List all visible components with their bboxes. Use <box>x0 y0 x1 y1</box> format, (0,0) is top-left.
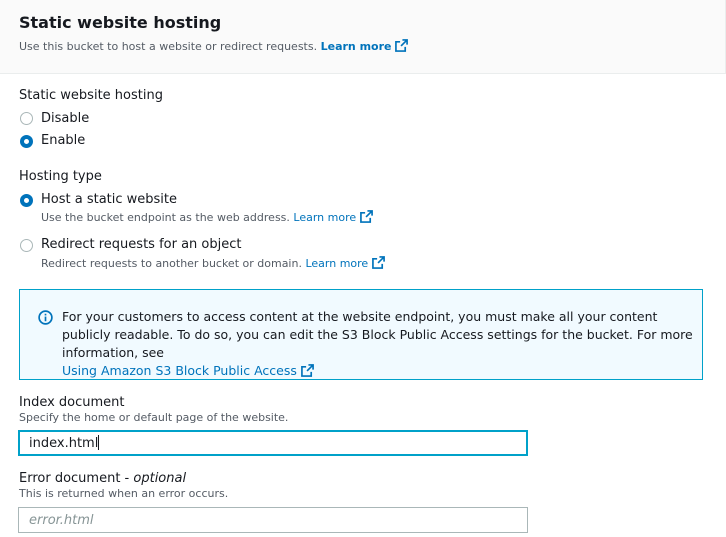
radio-enable[interactable] <box>20 135 33 148</box>
error-document-separator: - <box>120 471 134 486</box>
learn-more-link[interactable]: Learn more <box>321 39 409 53</box>
block-public-access-link[interactable]: Using Amazon S3 Block Public Access <box>62 363 314 378</box>
error-document-label-text: Error document <box>19 471 121 486</box>
radio-redirect[interactable] <box>20 239 33 252</box>
host-static-learn-more-link[interactable]: Learn more <box>293 210 374 224</box>
info-text: For your customers to access content at … <box>62 308 694 380</box>
radio-disable-label[interactable]: Disable <box>41 111 89 126</box>
radio-host-static-label[interactable]: Host a static website <box>41 192 177 207</box>
error-document-label: Error document - optional <box>19 471 186 486</box>
text-caret <box>98 435 100 450</box>
redirect-description: Redirect requests to another bucket or d… <box>41 256 386 270</box>
hosting-label: Static website hosting <box>19 88 163 103</box>
error-document-input[interactable] <box>18 507 528 533</box>
index-document-input[interactable]: index.html <box>18 430 528 456</box>
host-static-description: Use the bucket endpoint as the web addre… <box>41 210 374 224</box>
radio-enable-label[interactable]: Enable <box>41 133 85 148</box>
redirect-learn-more-link[interactable]: Learn more <box>305 256 386 270</box>
hosting-type-label: Hosting type <box>19 169 102 184</box>
external-link-icon <box>372 256 386 269</box>
info-message: For your customers to access content at … <box>62 309 693 360</box>
optional-tag: optional <box>133 471 187 486</box>
external-link-icon <box>300 364 314 377</box>
redirect-description-text: Redirect requests to another bucket or d… <box>41 257 302 270</box>
radio-host-static[interactable] <box>20 194 33 207</box>
panel-description: Use this bucket to host a website or red… <box>19 39 409 53</box>
info-icon <box>38 310 53 325</box>
host-static-description-text: Use the bucket endpoint as the web addre… <box>41 211 290 224</box>
panel-header: Static website hosting Use this bucket t… <box>0 0 726 74</box>
index-document-label: Index document <box>19 395 125 410</box>
radio-disable[interactable] <box>20 112 33 125</box>
external-link-icon <box>360 210 374 223</box>
index-document-value: index.html <box>29 436 99 451</box>
index-document-description: Specify the home or default page of the … <box>19 411 289 424</box>
panel-title: Static website hosting <box>19 13 222 32</box>
panel-description-text: Use this bucket to host a website or red… <box>19 40 318 53</box>
radio-redirect-label[interactable]: Redirect requests for an object <box>41 237 241 252</box>
error-document-description: This is returned when an error occurs. <box>19 487 229 500</box>
info-alert: For your customers to access content at … <box>19 289 703 380</box>
external-link-icon <box>395 39 409 52</box>
